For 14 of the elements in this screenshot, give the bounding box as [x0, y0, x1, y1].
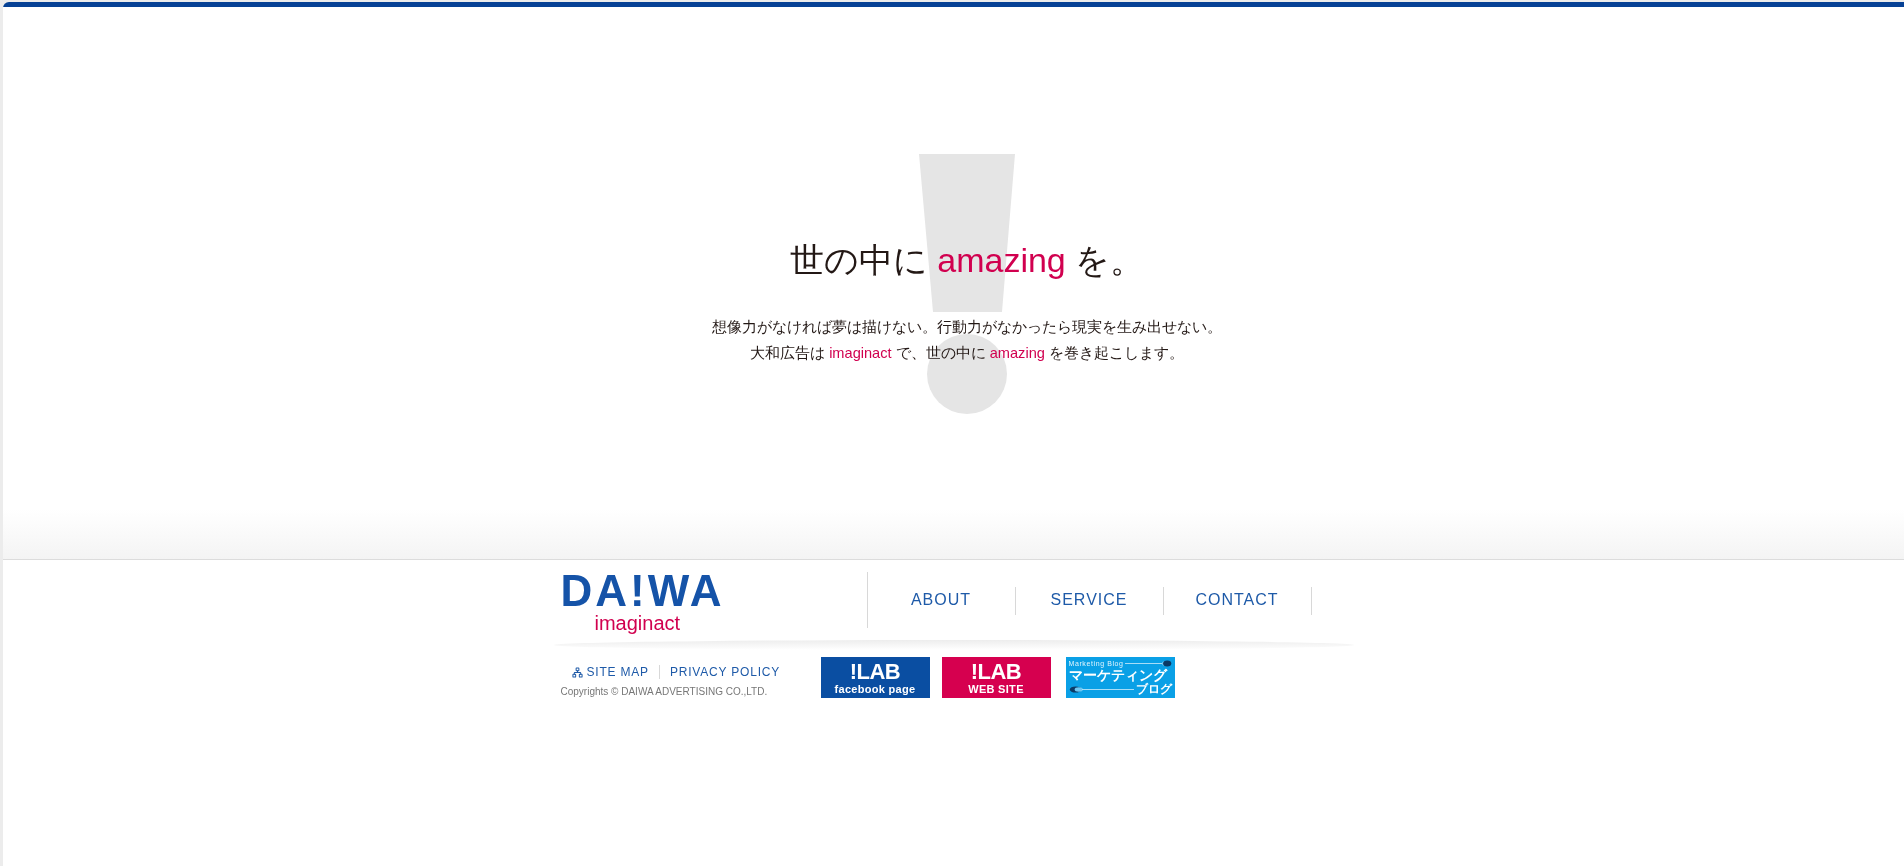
company-logo[interactable]: DA!WA imaginact	[553, 560, 867, 640]
copyright-text: Copyrights © DAIWA ADVERTISING CO.,LTD.	[560, 686, 769, 698]
nav-link[interactable]: SERVICE	[1015, 585, 1163, 615]
sitemap-icon	[571, 666, 583, 678]
site-map-link[interactable]: SITE MAP	[571, 663, 649, 681]
headline: 世の中に amazing を。	[789, 240, 1145, 280]
intro-paragraph: 想像力がなければ夢は描けない。行動力がなかったら現実を生み出せない。 大和広告は imaginact で、世の中に amazing を巻き起こします。	[712, 318, 1222, 363]
lab-banner[interactable]: !LAB facebook page	[820, 657, 930, 698]
line-dot-icon	[1124, 660, 1172, 667]
lab-banner[interactable]: !LAB WEB SITE	[941, 657, 1051, 698]
line-dot-icon	[1068, 685, 1134, 693]
nav-link[interactable]: ABOUT	[867, 585, 1015, 615]
privacy-policy-link[interactable]: PRIVACY POLICY	[669, 663, 781, 681]
nav-link[interactable]: CONTACT	[1163, 585, 1311, 615]
